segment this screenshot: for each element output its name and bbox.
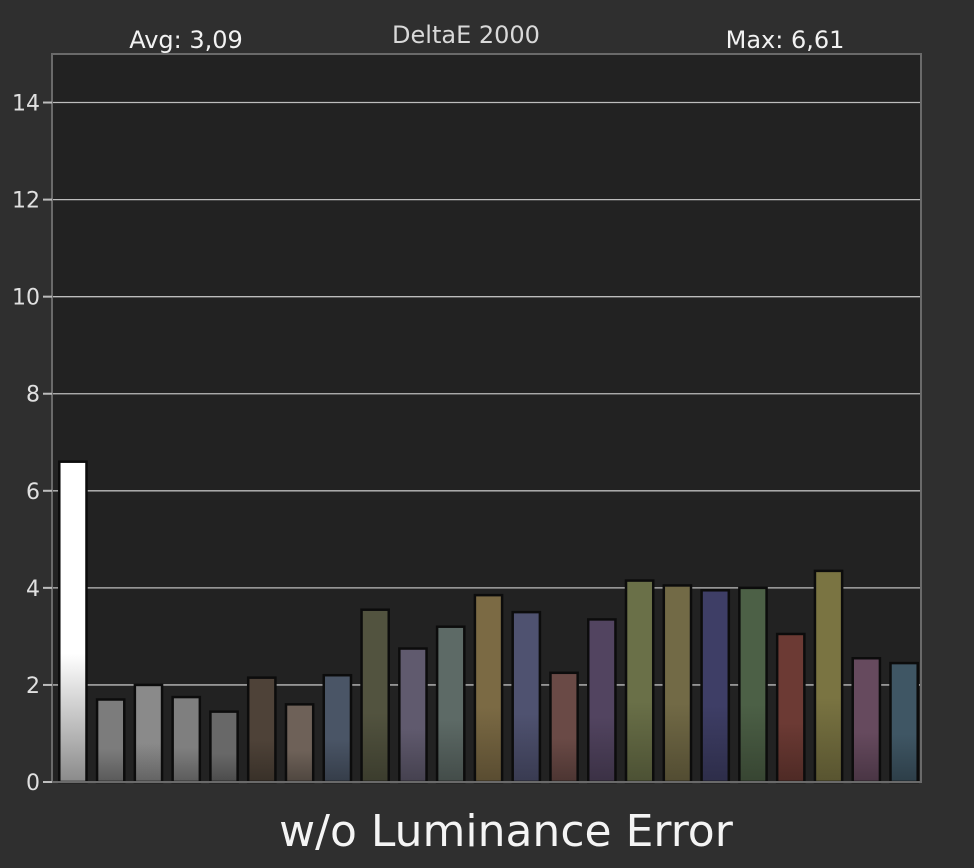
bar xyxy=(322,673,353,784)
bar xyxy=(511,610,542,784)
bar xyxy=(662,584,693,784)
max-label: Max: 6,61 xyxy=(726,26,845,54)
bar xyxy=(284,703,315,784)
bar xyxy=(586,618,617,784)
chart: 0 2 4 6 8 10 12 14 Avg: 3,09 DeltaE 2000 Max: 6… xyxy=(0,0,974,868)
avg-label: Avg: 3,09 xyxy=(129,26,243,54)
bar xyxy=(95,698,126,784)
bar xyxy=(171,695,202,784)
bar xyxy=(133,683,164,784)
bar xyxy=(473,593,504,784)
bar xyxy=(246,676,277,784)
bar xyxy=(889,661,919,784)
bar xyxy=(435,625,466,784)
y-tick-label: 12 xyxy=(12,189,40,214)
bar xyxy=(700,589,731,784)
bar xyxy=(398,647,428,784)
y-axis: 0 2 4 6 8 10 12 14 xyxy=(12,92,52,796)
footer-caption: w/o Luminance Error xyxy=(279,806,734,857)
y-tick-label: 2 xyxy=(26,674,40,699)
y-tick-label: 10 xyxy=(12,286,40,311)
bar xyxy=(775,632,806,784)
bar xyxy=(209,710,239,784)
bar xyxy=(813,569,844,784)
bar xyxy=(624,579,655,784)
y-tick-label: 8 xyxy=(26,383,40,408)
bar xyxy=(738,586,768,784)
bar xyxy=(360,608,391,784)
chart-svg: 0 2 4 6 8 10 12 14 Avg: 3,09 DeltaE 2000 Max: 6… xyxy=(12,21,922,857)
y-tick-label: 0 xyxy=(26,771,40,796)
bar xyxy=(549,671,579,784)
bar xyxy=(58,460,88,784)
y-tick-label: 6 xyxy=(26,480,40,505)
y-tick-label: 4 xyxy=(26,577,40,602)
y-tick-label: 14 xyxy=(12,92,40,117)
bar xyxy=(851,656,882,784)
chart-title: DeltaE 2000 xyxy=(392,21,540,49)
